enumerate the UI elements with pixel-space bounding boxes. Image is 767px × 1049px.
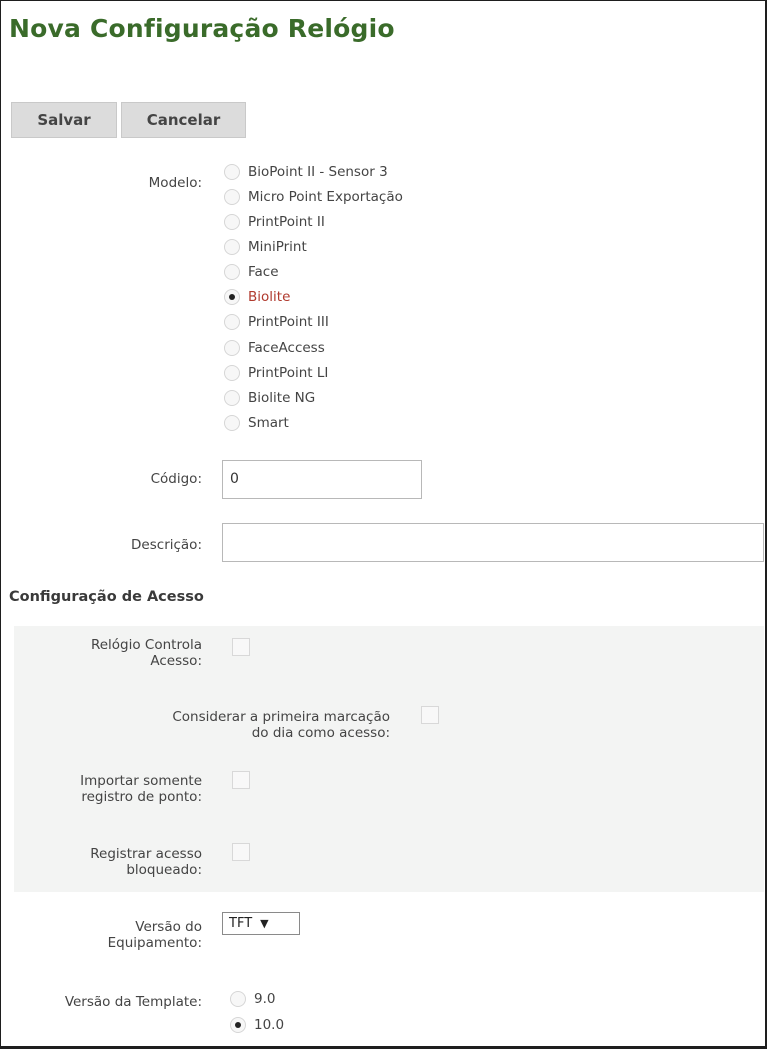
descricao-input[interactable] xyxy=(222,523,764,562)
modelo-option[interactable]: PrintPoint II xyxy=(224,210,325,234)
registrar-bloqueado-checkbox[interactable] xyxy=(232,843,250,861)
cancel-button[interactable]: Cancelar xyxy=(121,102,246,138)
radio-button[interactable] xyxy=(224,390,240,406)
radio-button[interactable] xyxy=(224,289,240,305)
primeira-marcacao-checkbox[interactable] xyxy=(421,706,439,724)
primeira-marcacao-label: Considerar a primeira marcação do dia co… xyxy=(172,709,390,741)
modelo-option[interactable]: PrintPoint LI xyxy=(224,361,328,385)
importar-somente-checkbox[interactable] xyxy=(232,771,250,789)
modelo-option[interactable]: FaceAccess xyxy=(224,336,325,360)
relogio-controla-checkbox[interactable] xyxy=(232,638,250,656)
radio-button[interactable] xyxy=(224,264,240,280)
modelo-option[interactable]: Face xyxy=(224,260,279,284)
versao-equipamento-label: Versão do Equipamento: xyxy=(107,919,202,951)
modelo-option[interactable]: Biolite xyxy=(224,285,290,309)
codigo-label: Código: xyxy=(150,471,202,487)
radio-button[interactable] xyxy=(224,314,240,330)
modelo-option[interactable]: BioPoint II - Sensor 3 xyxy=(224,160,388,184)
dropdown-arrow-icon: ▼ xyxy=(260,917,269,930)
radio-button[interactable] xyxy=(224,239,240,255)
modelo-option[interactable]: Micro Point Exportação xyxy=(224,185,403,209)
versao-template-option[interactable]: 10.0 xyxy=(230,1013,284,1037)
modelo-option[interactable]: PrintPoint III xyxy=(224,310,329,334)
radio-button[interactable] xyxy=(230,991,246,1007)
modelo-option[interactable]: MiniPrint xyxy=(224,235,307,259)
save-button[interactable]: Salvar xyxy=(11,102,117,138)
radio-button[interactable] xyxy=(230,1017,246,1033)
modelo-label: Modelo: xyxy=(148,175,202,191)
page-title: Nova Configuração Relógio xyxy=(9,14,395,43)
radio-button[interactable] xyxy=(224,189,240,205)
versao-template-label: Versão da Template: xyxy=(64,994,202,1010)
versao-equipamento-select[interactable]: TFT ▼ xyxy=(222,912,300,935)
versao-template-option[interactable]: 9.0 xyxy=(230,987,275,1011)
radio-button[interactable] xyxy=(224,365,240,381)
radio-button[interactable] xyxy=(224,415,240,431)
radio-button[interactable] xyxy=(224,214,240,230)
radio-button[interactable] xyxy=(224,164,240,180)
modelo-option[interactable]: Smart xyxy=(224,411,289,435)
radio-button[interactable] xyxy=(224,340,240,356)
descricao-label: Descrição: xyxy=(131,537,202,553)
relogio-controla-label: Relógio Controla Acesso: xyxy=(90,637,202,669)
codigo-input[interactable]: 0 xyxy=(222,460,422,499)
registrar-bloqueado-label: Registrar acesso bloqueado: xyxy=(90,846,202,878)
modelo-option[interactable]: Biolite NG xyxy=(224,386,315,410)
section-title-acesso: Configuração de Acesso xyxy=(9,589,204,605)
importar-somente-label: Importar somente registro de ponto: xyxy=(80,773,202,805)
